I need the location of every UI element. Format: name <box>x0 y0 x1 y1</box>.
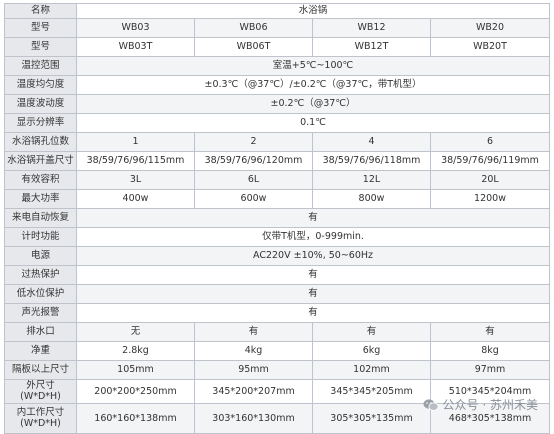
spec-cell: 38/59/76/96/119mm <box>429 151 551 171</box>
table-row: 型号 WB03T WB06T WB12T WB20T <box>4 37 551 57</box>
row-label: 内工作尺寸(W*D*H) <box>4 402 77 434</box>
row-label: 低水位保护 <box>4 284 77 304</box>
wechat-icon <box>423 398 439 411</box>
spec-cell-merged: 水浴锅 <box>75 3 551 19</box>
spec-cell-merged: AC220V ±10%, 50~60Hz <box>75 246 551 266</box>
spec-cell: 38/59/76/96/118mm <box>312 151 431 171</box>
spec-cell-merged: 0.1℃ <box>75 113 551 133</box>
spec-cell: 160*160*138mm <box>76 402 195 434</box>
spec-cell: 有 <box>194 322 313 342</box>
table-row: 温控范围 室温+5℃~100℃ <box>4 56 551 76</box>
spec-cell-merged: 有 <box>75 303 551 323</box>
row-label: 外尺寸(W*D*H) <box>4 379 77 404</box>
row-label: 水浴锅开盖尺寸 <box>4 151 77 171</box>
table-row: 来电自动恢复有 <box>4 208 551 228</box>
spec-cell: WB06 <box>194 18 313 38</box>
row-label: 温度波动度 <box>4 94 77 114</box>
spec-cell: 有 <box>429 322 551 342</box>
spec-cell: 4kg <box>194 341 313 361</box>
table-row: 温度波动度 ±0.2℃（@37℃） <box>4 94 551 114</box>
spec-cell: 303*160*130mm <box>194 402 313 434</box>
spec-cell-merged: 有 <box>75 284 551 304</box>
table-row: 电源 AC220V ±10%, 50~60Hz <box>4 246 551 266</box>
spec-cell: 105mm <box>76 360 195 380</box>
spec-cell: 38/59/76/96/115mm <box>76 151 195 171</box>
row-label: 显示分辨率 <box>4 113 77 133</box>
spec-cell: 6kg <box>312 341 431 361</box>
row-label: 最大功率 <box>4 189 77 209</box>
spec-cell: 1 <box>76 132 195 152</box>
spec-cell: 400w <box>76 189 195 209</box>
row-label: 过热保护 <box>4 265 77 285</box>
spec-cell: 345*345*205mm <box>312 379 431 404</box>
spec-cell: WB20T <box>429 37 551 57</box>
spec-cell-merged: 仅带T机型，0-999min. <box>75 227 551 247</box>
spec-cell: 305*305*135mm <box>312 402 431 434</box>
table-row: 净重 2.8kg 4kg 6kg 8kg <box>4 341 551 361</box>
table-row: 过热保护有 <box>4 265 551 285</box>
spec-cell: 20L <box>429 170 551 190</box>
spec-cell-merged: 有 <box>75 208 551 228</box>
spec-cell: WB03 <box>76 18 195 38</box>
table-row: 显示分辨率 0.1℃ <box>4 113 551 133</box>
spec-cell: 有 <box>312 322 431 342</box>
spec-cell: 2 <box>194 132 313 152</box>
table-row: 水浴锅开盖尺寸 38/59/76/96/115mm 38/59/76/96/120m… <box>4 151 551 171</box>
row-label: 温控范围 <box>4 56 77 76</box>
row-label: 声光报警 <box>4 303 77 323</box>
table-row: 型号 WB03 WB06 WB12 WB20 <box>4 18 551 38</box>
table-row: 声光报警有 <box>4 303 551 323</box>
row-label: 型号 <box>4 18 77 38</box>
spec-cell: WB20 <box>429 18 551 38</box>
spec-table: 名称 水浴锅 型号 WB03 WB06 WB12 WB20 型号 WB03T WB06T WB12T… <box>4 3 551 434</box>
spec-cell: 2.8kg <box>76 341 195 361</box>
row-label: 电源 <box>4 246 77 266</box>
table-row: 计时功能 仅带T机型，0-999min. <box>4 227 551 247</box>
table-row: 温度均匀度 ±0.3℃（@37℃）/±0.2℃（@37℃，带T机型） <box>4 75 551 95</box>
spec-cell: 95mm <box>194 360 313 380</box>
spec-cell: 8kg <box>429 341 551 361</box>
row-label: 名称 <box>4 3 77 19</box>
spec-cell-merged: ±0.2℃（@37℃） <box>75 94 551 114</box>
row-label: 排水口 <box>4 322 77 342</box>
spec-cell: 800w <box>312 189 431 209</box>
row-label: 计时功能 <box>4 227 77 247</box>
row-label: 有效容积 <box>4 170 77 190</box>
spec-cell: 12L <box>312 170 431 190</box>
spec-cell: WB06T <box>194 37 313 57</box>
watermark: 公众号 · 苏州禾美 <box>423 396 538 413</box>
spec-cell-merged: 室温+5℃~100℃ <box>75 56 551 76</box>
spec-cell: 600w <box>194 189 313 209</box>
spec-cell: 3L <box>76 170 195 190</box>
spec-cell: WB12T <box>312 37 431 57</box>
table-row: 名称 水浴锅 <box>4 3 551 19</box>
spec-cell: 345*200*207mm <box>194 379 313 404</box>
table-row: 最大功率 400w 600w 800w 1200w <box>4 189 551 209</box>
row-label: 净重 <box>4 341 77 361</box>
spec-cell: WB03T <box>76 37 195 57</box>
row-label: 水浴锅孔位数 <box>4 132 77 152</box>
row-label: 隔板以上尺寸 <box>4 360 77 380</box>
spec-cell: 97mm <box>429 360 551 380</box>
row-label: 来电自动恢复 <box>4 208 77 228</box>
spec-cell: 200*200*250mm <box>76 379 195 404</box>
table-row: 有效容积 3L 6L 12L 20L <box>4 170 551 190</box>
spec-cell: WB12 <box>312 18 431 38</box>
table-row: 排水口无有有有 <box>4 322 551 342</box>
spec-cell: 6L <box>194 170 313 190</box>
spec-cell: 1200w <box>429 189 551 209</box>
spec-cell: 无 <box>76 322 195 342</box>
spec-cell: 102mm <box>312 360 431 380</box>
spec-cell: 38/59/76/96/120mm <box>194 151 313 171</box>
spec-cell: 4 <box>312 132 431 152</box>
row-label: 型号 <box>4 37 77 57</box>
spec-cell: 6 <box>429 132 551 152</box>
spec-cell-merged: ±0.3℃（@37℃）/±0.2℃（@37℃，带T机型） <box>75 75 551 95</box>
spec-cell-merged: 有 <box>75 265 551 285</box>
table-row: 低水位保护有 <box>4 284 551 304</box>
table-row: 水浴锅孔位数 1 2 4 6 <box>4 132 551 152</box>
row-label: 温度均匀度 <box>4 75 77 95</box>
watermark-text: 公众号 · 苏州禾美 <box>442 398 538 412</box>
table-row: 隔板以上尺寸 105mm 95mm 102mm 97mm <box>4 360 551 380</box>
